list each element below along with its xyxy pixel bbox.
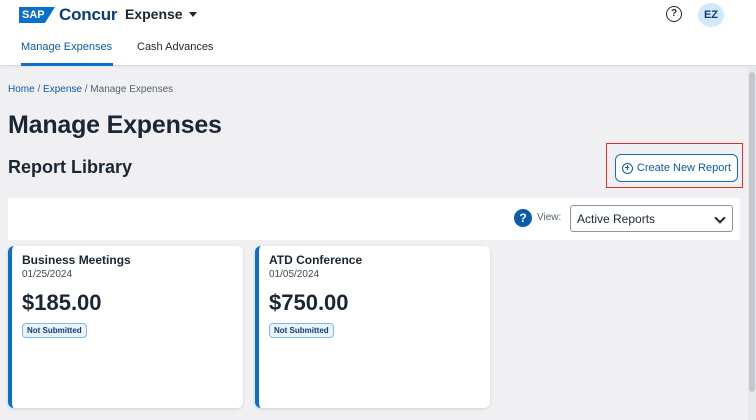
info-question-icon[interactable]: ? xyxy=(514,209,532,227)
report-date: 01/05/2024 xyxy=(269,269,320,280)
caret-down-icon xyxy=(188,11,197,17)
breadcrumb-current: Manage Expenses xyxy=(90,84,174,95)
report-name: ATD Conference xyxy=(269,253,363,267)
plus-circle-icon xyxy=(621,162,633,174)
report-card[interactable]: Business Meetings 01/25/2024 $185.00 Not… xyxy=(8,246,243,408)
user-avatar[interactable]: EZ xyxy=(698,3,724,27)
chevron-down-icon xyxy=(714,212,726,224)
sap-concur-logo[interactable]: SAP Concur xyxy=(19,5,118,24)
view-label: View: xyxy=(537,212,562,223)
expense-app-menu[interactable]: Expense xyxy=(125,6,197,22)
report-name: Business Meetings xyxy=(22,253,131,267)
status-badge: Not Submitted xyxy=(22,323,87,338)
sap-logo-badge: SAP xyxy=(19,7,55,23)
report-amount: $185.00 xyxy=(22,290,102,315)
create-button-label: Create New Report xyxy=(636,162,732,174)
tab-manage-expenses[interactable]: Manage Expenses xyxy=(21,34,113,66)
help-icon[interactable]: ? xyxy=(666,6,682,22)
view-selected-value: Active Reports xyxy=(577,212,656,226)
page-title: Manage Expenses xyxy=(8,111,222,139)
tab-cash-advances[interactable]: Cash Advances xyxy=(137,34,217,66)
breadcrumb: Home / Expense / Manage Expenses xyxy=(8,84,173,95)
create-new-report-button[interactable]: Create New Report xyxy=(615,154,738,182)
view-filter-select[interactable]: Active Reports xyxy=(570,205,733,232)
breadcrumb-home-link[interactable]: Home xyxy=(8,84,35,95)
status-badge: Not Submitted xyxy=(269,323,334,338)
report-amount: $750.00 xyxy=(269,290,349,315)
report-filter-bar: ? View: Active Reports xyxy=(8,198,740,240)
report-library-heading: Report Library xyxy=(8,157,133,177)
concur-logo-text: Concur xyxy=(59,5,118,24)
report-date: 01/25/2024 xyxy=(22,269,73,280)
breadcrumb-expense-link[interactable]: Expense xyxy=(43,84,82,95)
page-scrollbar[interactable] xyxy=(748,66,756,420)
top-navigation-bar: SAP Concur Expense ? EZ Manage Expenses … xyxy=(0,0,756,66)
report-card[interactable]: ATD Conference 01/05/2024 $750.00 Not Su… xyxy=(255,246,490,408)
breadcrumb-separator: / xyxy=(34,84,44,95)
app-menu-label: Expense xyxy=(125,6,183,22)
scrollbar-thumb[interactable] xyxy=(749,72,755,392)
